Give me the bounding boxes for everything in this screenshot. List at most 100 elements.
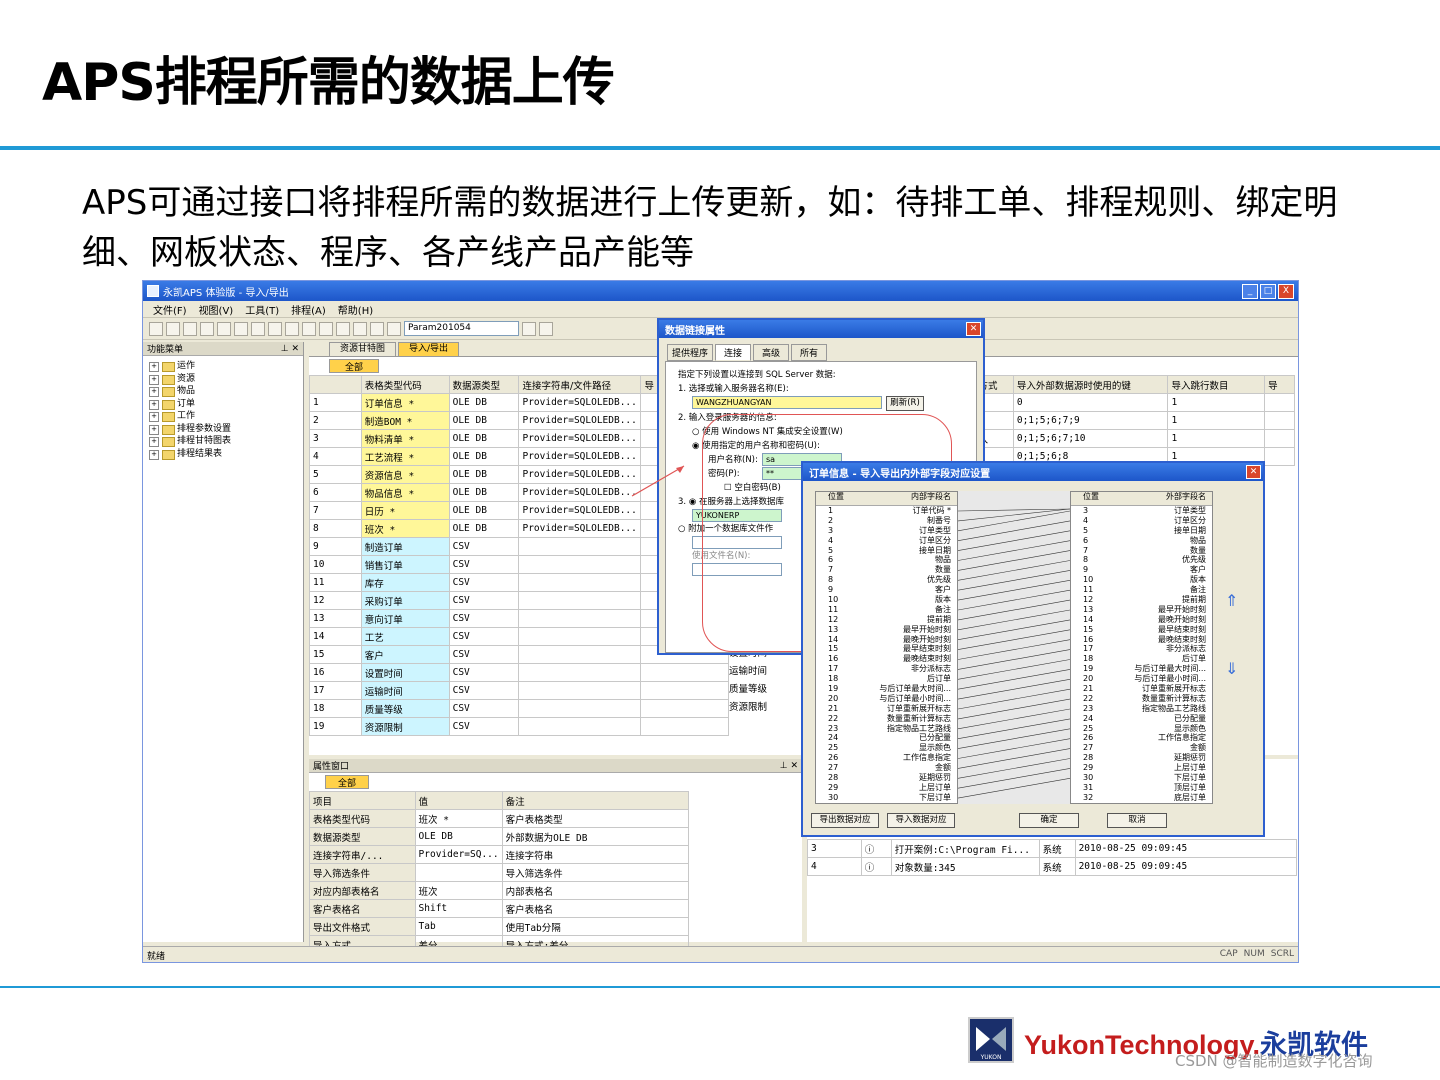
list-item[interactable]: 22 数量重新计算标志: [816, 714, 957, 724]
redo-icon[interactable]: [336, 321, 350, 336]
list-item[interactable]: 13 最早开始时刻: [1071, 605, 1212, 615]
table-row[interactable]: 表格类型代码 班次 * 客户表格类型: [309, 809, 690, 828]
menu-tools[interactable]: 工具(T): [245, 302, 279, 317]
close-button[interactable]: X: [1278, 283, 1294, 299]
list-item[interactable]: 20 与后订单最小时间...: [816, 694, 957, 704]
list-item[interactable]: 6 物品: [816, 555, 957, 565]
tab-provider[interactable]: 提供程序: [667, 344, 714, 361]
list-item[interactable]: 32 底层订单: [1071, 793, 1212, 803]
close-icon[interactable]: ✕: [966, 322, 981, 336]
paste-icon[interactable]: [302, 321, 316, 336]
table-cell[interactable]: [414, 863, 503, 882]
col-header[interactable]: 导入跳行数目: [1167, 375, 1266, 394]
import-icon[interactable]: [183, 321, 197, 336]
minimize-button[interactable]: _: [1242, 283, 1258, 299]
col-header[interactable]: 连接字符串/文件路径: [518, 375, 642, 394]
tree-item[interactable]: 工作: [149, 410, 297, 423]
tree-item[interactable]: 运作: [149, 360, 297, 373]
list-item[interactable]: 23 指定物品工艺路线: [1071, 704, 1212, 714]
list-item[interactable]: 1 订单代码 *: [816, 506, 957, 516]
move-down-icon[interactable]: ⇓: [1225, 659, 1238, 678]
cut-icon[interactable]: [268, 321, 282, 336]
table-row[interactable]: 4 ⓘ 对象数量:345 系统 2010-08-25 09:09:45: [807, 857, 1298, 876]
list-item[interactable]: 7 数量: [816, 565, 957, 575]
list-item[interactable]: 18 后订单: [1071, 654, 1212, 664]
table-row[interactable]: 16 设置时间 CSV: [309, 663, 729, 682]
list-item[interactable]: 28 延期惩罚: [816, 773, 957, 783]
list-item[interactable]: 27 金额: [1071, 743, 1212, 753]
menu-file[interactable]: 文件(F): [153, 302, 187, 317]
table-row[interactable]: 导入0;1;5;6;7;101: [965, 429, 1295, 448]
list-item[interactable]: 30 下层订单: [816, 793, 957, 803]
list-item[interactable]: 20 与后订单最小时间...: [1071, 674, 1212, 684]
tab-all[interactable]: 所有: [791, 344, 828, 361]
list-item[interactable]: 8 优先级: [816, 575, 957, 585]
menu-view[interactable]: 视图(V): [199, 302, 234, 317]
list-item[interactable]: 9 客户: [1071, 565, 1212, 575]
tab-advanced[interactable]: 高级: [753, 344, 790, 361]
subtab-all[interactable]: 全部: [329, 359, 379, 373]
menu-help[interactable]: 帮助(H): [338, 302, 373, 317]
param-select[interactable]: Param201054: [404, 321, 519, 336]
list-item[interactable]: 25 显示颜色: [1071, 724, 1212, 734]
pane-pin-icon[interactable]: ⊥ ✕: [780, 761, 798, 771]
list-item[interactable]: 6 物品: [1071, 536, 1212, 546]
table-row[interactable]: 17 运输时间 CSV: [309, 681, 729, 700]
list-item[interactable]: 29 上层订单: [816, 783, 957, 793]
table-row[interactable]: 18 质量等级 CSV: [309, 699, 729, 718]
table-row[interactable]: 数据源类型 OLE DB 外部数据为OLE DB: [309, 827, 690, 846]
list-item[interactable]: 27 金额: [816, 763, 957, 773]
list-item[interactable]: 13 最早开始时刻: [816, 625, 957, 635]
table-row[interactable]: 对应内部表格名 班次 内部表格名: [309, 881, 690, 900]
list-item[interactable]: 26 工作信息指定: [816, 753, 957, 763]
col-header[interactable]: 表格类型代码: [360, 375, 450, 394]
list-item[interactable]: 7 数量: [1071, 546, 1212, 556]
export-mapping-button[interactable]: 导出数据对应: [811, 813, 879, 828]
list-item[interactable]: 9 客户: [816, 585, 957, 595]
table-cell[interactable]: 班次 *: [414, 809, 503, 828]
list-item[interactable]: 24 已分配量: [816, 733, 957, 743]
run-icon[interactable]: [539, 321, 553, 336]
tree-item[interactable]: 订单: [149, 398, 297, 411]
table-cell[interactable]: OLE DB: [414, 827, 503, 846]
list-item[interactable]: 5 接单日期: [1071, 526, 1212, 536]
col-header[interactable]: 导入外部数据源时使用的键: [1012, 375, 1169, 394]
server-name-select[interactable]: WANGZHUANGYAN: [692, 396, 882, 409]
list-item[interactable]: 18 后订单: [816, 674, 957, 684]
internal-field-list[interactable]: 位置 内部字段名 1 订单代码 * 2 制番号 3 订单类型 4 订单区分 5 接单日期 6 物品 7 数量…: [815, 491, 958, 804]
list-item[interactable]: 14 最晚开始时刻: [816, 635, 957, 645]
undo-icon[interactable]: [319, 321, 333, 336]
list-item[interactable]: 11 备注: [1071, 585, 1212, 595]
import-mapping-button[interactable]: 导入数据对应: [887, 813, 955, 828]
list-item[interactable]: 12 提前期: [816, 615, 957, 625]
cancel-button[interactable]: 取消: [1107, 813, 1167, 828]
col-header[interactable]: 导: [1264, 375, 1295, 394]
list-item[interactable]: 16 最晚结束时刻: [1071, 635, 1212, 645]
copy-icon[interactable]: [285, 321, 299, 336]
list-item[interactable]: 11 备注: [816, 605, 957, 615]
table-row[interactable]: 分01: [965, 393, 1295, 412]
tree-item[interactable]: 排程参数设置: [149, 423, 297, 436]
list-item[interactable]: 17 非分派标志: [1071, 644, 1212, 654]
ok-button[interactable]: 确定: [1019, 813, 1079, 828]
tree-item[interactable]: 资源: [149, 373, 297, 386]
new-icon[interactable]: [149, 321, 163, 336]
list-item[interactable]: 22 数量重新计算标志: [1071, 694, 1212, 704]
tab-connection[interactable]: 连接: [715, 344, 752, 361]
list-item[interactable]: 23 指定物品工艺路线: [816, 724, 957, 734]
list-item[interactable]: 30 下层订单: [1071, 773, 1212, 783]
list-item[interactable]: 5 接单日期: [816, 546, 957, 556]
tree-item[interactable]: 物品: [149, 385, 297, 398]
close-icon[interactable]: ✕: [1246, 465, 1261, 479]
list-item[interactable]: 10 版本: [816, 595, 957, 605]
table-row[interactable]: 导入筛选条件 导入筛选条件: [309, 863, 690, 882]
table-row[interactable]: 连接字符串/... Provider=SQ... 连接字符串: [309, 845, 690, 864]
list-item[interactable]: 29 上层订单: [1071, 763, 1212, 773]
list-item[interactable]: 4 订单区分: [1071, 516, 1212, 526]
list-item[interactable]: 28 延期惩罚: [1071, 753, 1212, 763]
list-item[interactable]: 3 订单类型: [1071, 506, 1212, 516]
find-icon[interactable]: [217, 321, 231, 336]
subtab-all[interactable]: 全部: [325, 775, 369, 789]
tab-gantt[interactable]: 资源甘特图: [329, 342, 397, 356]
list-item[interactable]: 21 订单重新展开标志: [1071, 684, 1212, 694]
